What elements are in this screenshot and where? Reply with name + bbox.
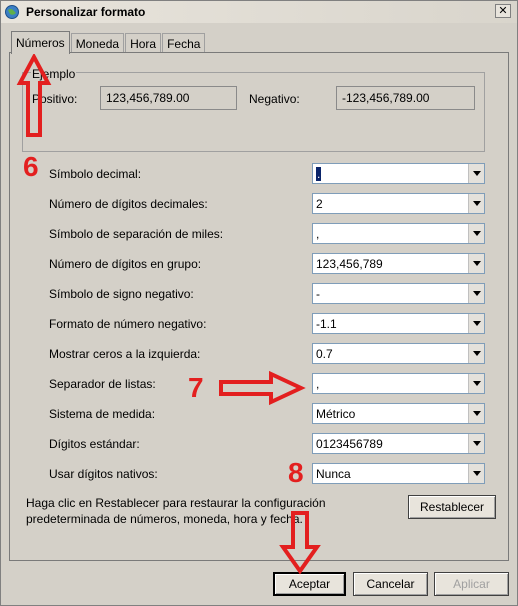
close-icon: ✕ — [498, 5, 508, 17]
combo-value: -1.1 — [316, 316, 337, 331]
tab-label: Fecha — [167, 36, 201, 51]
digit-grouping-combo[interactable]: 123,456,789 — [312, 253, 485, 274]
list-separator-combo[interactable]: , — [312, 373, 485, 394]
chevron-down-icon[interactable] — [468, 404, 484, 423]
ok-button[interactable]: Aceptar — [273, 572, 346, 596]
native-digits-combo[interactable]: Nunca — [312, 463, 485, 484]
combo-value: , — [316, 376, 320, 391]
apply-button-label: Aplicar — [453, 577, 490, 591]
chevron-down-icon[interactable] — [468, 314, 484, 333]
combo-value: . — [316, 166, 322, 181]
decimal-symbol-combo[interactable]: . — [312, 163, 485, 184]
measurement-system-label: Sistema de medida: — [49, 407, 156, 421]
annotation-number-6: 6 — [23, 151, 39, 182]
measurement-system-combo[interactable]: Métrico — [312, 403, 485, 424]
combo-value: 2 — [316, 196, 323, 211]
thousands-separator-label: Símbolo de separación de miles: — [49, 227, 224, 241]
standard-digits-label: Dígitos estándar: — [49, 437, 140, 451]
close-button[interactable]: ✕ — [495, 4, 511, 18]
combo-value: Métrico — [316, 406, 356, 421]
list-separator-label: Separador de listas: — [49, 377, 156, 391]
title-bar[interactable]: Personalizar formato ✕ — [1, 1, 517, 23]
standard-digits-combo[interactable]: 0123456789 — [312, 433, 485, 454]
tab-moneda[interactable]: Moneda — [70, 33, 125, 53]
negative-sign-label: Símbolo de signo negativo: — [49, 287, 194, 301]
chevron-down-icon[interactable] — [468, 434, 484, 453]
combo-value: - — [316, 286, 320, 301]
combo-value: 0.7 — [316, 346, 333, 361]
leading-zeros-combo[interactable]: 0.7 — [312, 343, 485, 364]
decimal-digits-combo[interactable]: 2 — [312, 193, 485, 214]
combo-value: 0123456789 — [316, 436, 383, 451]
tab-hora[interactable]: Hora — [125, 33, 162, 53]
reset-button-label: Restablecer — [419, 500, 485, 514]
tab-numeros[interactable]: Números — [11, 31, 70, 54]
combo-value: Nunca — [316, 466, 351, 481]
chevron-down-icon[interactable] — [468, 164, 484, 183]
chevron-down-icon[interactable] — [468, 254, 484, 273]
tab-strip: Números Moneda Hora Fecha — [11, 31, 206, 54]
example-groupbox — [22, 72, 485, 152]
chevron-down-icon[interactable] — [468, 194, 484, 213]
combo-value: , — [316, 226, 320, 241]
thousands-separator-combo[interactable]: , — [312, 223, 485, 244]
cancel-button-label: Cancelar — [366, 577, 415, 591]
dialog-window: Personalizar formato ✕ Números Moneda Ho… — [0, 0, 518, 606]
up-arrow-annotation — [16, 52, 52, 137]
apply-button[interactable]: Aplicar — [434, 572, 509, 596]
tab-label: Hora — [130, 36, 157, 51]
negative-label: Negativo: — [249, 92, 300, 106]
positive-sample: 123,456,789.00 — [100, 86, 237, 110]
negative-sign-combo[interactable]: - — [312, 283, 485, 304]
tab-fecha[interactable]: Fecha — [162, 33, 206, 53]
down-arrow-annotation — [279, 511, 321, 575]
decimal-digits-label: Número de dígitos decimales: — [49, 197, 208, 211]
chevron-down-icon[interactable] — [468, 284, 484, 303]
reset-button[interactable]: Restablecer — [408, 495, 496, 519]
cancel-button[interactable]: Cancelar — [353, 572, 428, 596]
negative-sample: -123,456,789.00 — [336, 86, 475, 110]
tab-label: Números — [16, 36, 65, 50]
negative-sample-value: -123,456,789.00 — [342, 91, 430, 105]
tab-label: Moneda — [75, 36, 120, 51]
annotation-number-7: 7 — [188, 372, 204, 403]
combo-value: 123,456,789 — [316, 256, 383, 271]
globe-icon — [4, 4, 20, 20]
ok-button-label: Aceptar — [288, 577, 331, 591]
decimal-symbol-label: Símbolo decimal: — [49, 167, 142, 181]
window-title: Personalizar formato — [26, 5, 146, 19]
leading-zeros-label: Mostrar ceros a la izquierda: — [49, 347, 201, 361]
annotation-number-8: 8 — [288, 457, 304, 488]
positive-sample-value: 123,456,789.00 — [106, 91, 190, 105]
digit-grouping-label: Número de dígitos en grupo: — [49, 257, 202, 271]
chevron-down-icon[interactable] — [468, 224, 484, 243]
chevron-down-icon[interactable] — [468, 464, 484, 483]
right-arrow-annotation — [219, 370, 306, 406]
chevron-down-icon[interactable] — [468, 374, 484, 393]
negative-format-combo[interactable]: -1.1 — [312, 313, 485, 334]
negative-format-label: Formato de número negativo: — [49, 317, 207, 331]
chevron-down-icon[interactable] — [468, 344, 484, 363]
native-digits-label: Usar dígitos nativos: — [49, 467, 158, 481]
